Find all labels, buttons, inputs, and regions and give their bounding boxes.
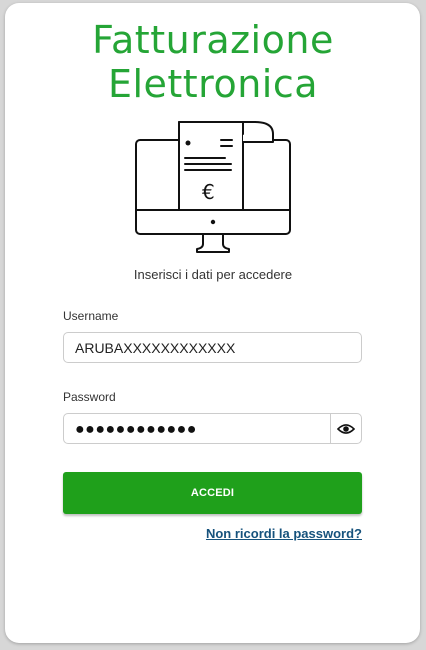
eye-icon: [337, 423, 355, 434]
username-label: Username: [63, 309, 119, 323]
login-subtitle: Inserisci i dati per accedere: [133, 267, 293, 282]
username-field-box: [63, 332, 362, 363]
page-frame: Fatturazione Elettronica € Inserisci i d…: [0, 0, 426, 650]
forgot-password-link[interactable]: Non ricordi la password?: [206, 526, 362, 541]
login-button[interactable]: ACCEDI: [63, 472, 362, 514]
app-title-line-2: Elettronica: [107, 62, 319, 106]
show-password-button[interactable]: [330, 414, 361, 443]
username-input[interactable]: [75, 333, 351, 362]
password-input[interactable]: ●●●●●●●●●●●●: [75, 414, 197, 443]
app-title: Fatturazione Elettronica: [0, 18, 426, 106]
app-title-line-1: Fatturazione: [92, 18, 334, 62]
password-field-box: ●●●●●●●●●●●●: [63, 413, 362, 444]
euro-symbol: €: [202, 180, 215, 204]
password-label: Password: [63, 390, 116, 404]
